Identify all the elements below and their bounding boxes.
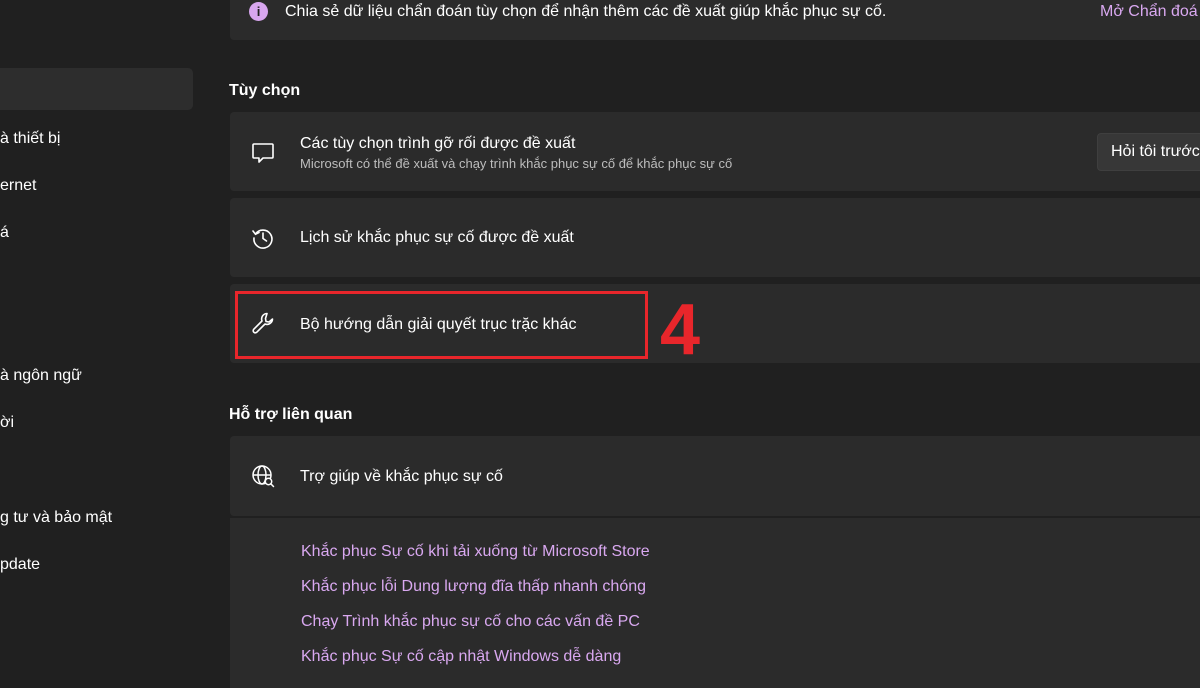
related-link-store[interactable]: Khắc phục Sự cố khi tải xuống từ Microso… — [301, 543, 650, 561]
history-icon — [250, 225, 276, 251]
sidebar-item-network-internet[interactable]: ernet — [0, 176, 36, 196]
annotation-highlight-box — [235, 291, 648, 359]
sidebar-item-bluetooth-devices[interactable]: à thiết bị — [0, 129, 60, 149]
sidebar-item-time-language[interactable]: à ngôn ngữ — [0, 366, 82, 386]
sidebar-nav: à thiết bị ernet á à ngôn ngữ ời g tư và… — [0, 0, 205, 675]
troubleshooter-preference-dropdown[interactable]: Hỏi tôi trước — [1097, 133, 1200, 171]
related-link-disk-space[interactable]: Khắc phục lỗi Dung lượng đĩa thấp nhanh … — [301, 578, 646, 596]
options-section-heading: Tùy chọn — [229, 82, 301, 99]
sidebar-item-windows-update[interactable]: pdate — [0, 555, 40, 575]
diagnostics-banner-text: Chia sẻ dữ liệu chẩn đoán tùy chọn để nh… — [285, 3, 887, 20]
sidebar-item-accessibility[interactable]: ời — [0, 413, 14, 433]
chat-bubble-icon — [250, 139, 276, 165]
diagnostics-banner: i Chia sẻ dữ liệu chẩn đoán tùy chọn để … — [230, 0, 1200, 40]
globe-search-icon — [250, 463, 276, 489]
troubleshooting-help-title: Trợ giúp về khắc phục sự cố — [300, 468, 503, 485]
recommended-troubleshooter-title: Các tùy chọn trình gỡ rối được đề xuất — [300, 135, 576, 152]
recommended-troubleshooter-card[interactable]: Các tùy chọn trình gỡ rối được đề xuất M… — [230, 112, 1200, 191]
sidebar-item-selected[interactable] — [0, 68, 193, 110]
info-icon: i — [249, 2, 268, 21]
sidebar-item-personalization[interactable]: á — [0, 223, 9, 243]
recommended-history-card[interactable]: Lịch sử khắc phục sự cố được đề xuất — [230, 198, 1200, 277]
recommended-troubleshooter-subtitle: Microsoft có thể đề xuất và chạy trình k… — [300, 156, 733, 171]
related-link-pc-issues[interactable]: Chạy Trình khắc phục sự cố cho các vấn đ… — [301, 613, 640, 631]
annotation-step-number: 4 — [660, 290, 701, 370]
related-support-heading: Hỗ trợ liên quan — [229, 406, 353, 423]
troubleshooting-help-card[interactable]: Trợ giúp về khắc phục sự cố — [230, 436, 1200, 516]
recommended-history-title: Lịch sử khắc phục sự cố được đề xuất — [300, 229, 574, 246]
sidebar-item-privacy-security[interactable]: g tư và bảo mật — [0, 508, 112, 528]
related-link-windows-update[interactable]: Khắc phục Sự cố cập nhật Windows dễ dàng — [301, 648, 621, 666]
open-diagnostics-link[interactable]: Mở Chẩn đoá — [1100, 3, 1198, 21]
